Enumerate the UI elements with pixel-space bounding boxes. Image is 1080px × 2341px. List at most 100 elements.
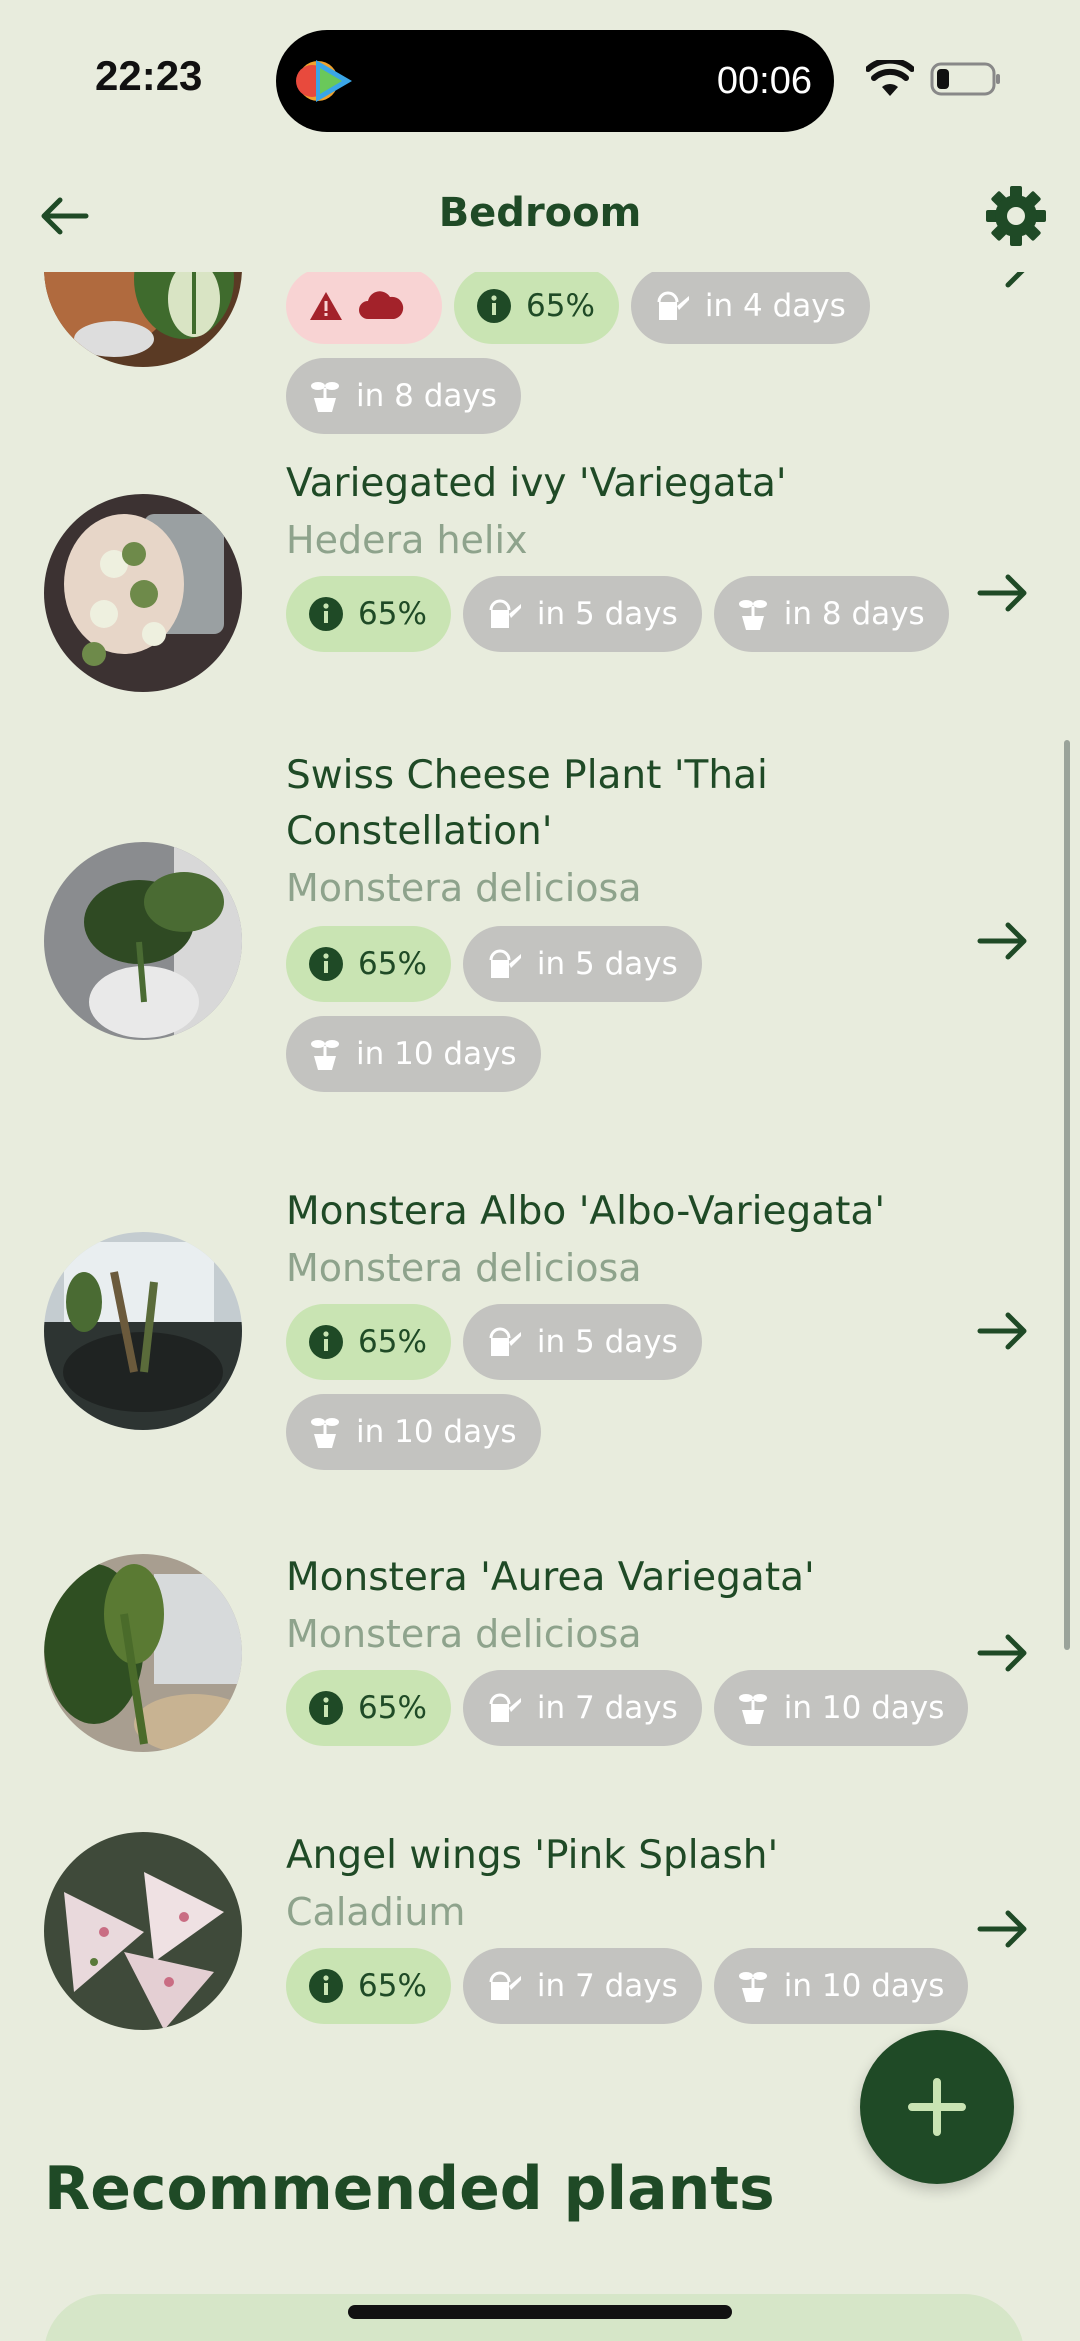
watering-chip[interactable]: in 4 days	[630, 272, 870, 344]
chip-label: in 8 days	[783, 596, 925, 632]
watering-chip[interactable]: in 5 days	[462, 1304, 702, 1380]
status-time: 22:23	[95, 52, 203, 99]
plant-photo	[44, 272, 242, 367]
add-plant-button[interactable]	[860, 2030, 1014, 2184]
status-bar: 22:23 00:06	[0, 0, 1080, 160]
info-chip[interactable]: 65%	[286, 1670, 451, 1746]
alert-chip[interactable]	[286, 272, 442, 344]
chip-row: 65% in 5 days in 10 days	[286, 926, 986, 1092]
dynamic-island: 00:06	[276, 30, 834, 132]
fertilizer-chip[interactable]: in 10 days	[713, 1948, 969, 2024]
info-chip[interactable]: 65%	[286, 926, 451, 1002]
list-item[interactable]: Monstera Albo 'Albo-Variegata' Monstera …	[0, 1178, 1080, 1518]
chip-row: 65% in 7 days in 10 days	[286, 1948, 986, 2024]
fertilizer-chip[interactable]: in 10 days	[286, 1394, 541, 1470]
chip-label: 65%	[358, 946, 427, 982]
info-icon	[309, 597, 343, 631]
fertilizer-icon	[738, 1694, 767, 1724]
chip-label: 65%	[358, 1690, 427, 1726]
chip-row: 65% in 5 days in 8 days	[286, 576, 986, 652]
chip-label: in 5 days	[536, 946, 678, 982]
fertilizer-icon	[738, 1972, 767, 2002]
watering-chip[interactable]: in 5 days	[462, 576, 702, 652]
chip-label: 65%	[526, 288, 595, 324]
arrow-right-icon[interactable]	[976, 1626, 1030, 1680]
info-chip[interactable]: 65%	[286, 576, 451, 652]
watering-can-icon	[489, 1693, 521, 1722]
info-chip[interactable]: 65%	[454, 272, 619, 344]
fertilizer-icon	[311, 382, 339, 412]
chip-label: in 10 days	[356, 1036, 517, 1072]
chip-label: 65%	[358, 1968, 427, 2004]
plant-name: Swiss Cheese Plant 'Thai Constellation'	[286, 753, 768, 854]
recommended-title: Recommended plants	[44, 2154, 775, 2224]
info-icon	[309, 947, 343, 981]
arrow-right-icon[interactable]	[976, 1304, 1030, 1358]
screen-recorder-logo-icon	[296, 60, 352, 102]
chip-row: 65% in 4 days in 8 days	[286, 272, 986, 434]
fertilizer-chip[interactable]: in 10 days	[713, 1670, 969, 1746]
plant-species: Hedera helix	[286, 518, 528, 562]
watering-can-icon	[489, 949, 521, 978]
wifi-icon	[866, 60, 914, 96]
arrow-right-icon[interactable]	[976, 566, 1030, 620]
plant-photo	[44, 1554, 242, 1752]
watering-chip[interactable]: in 7 days	[462, 1670, 702, 1746]
fertilizer-chip[interactable]: in 8 days	[713, 576, 949, 652]
info-icon	[309, 1325, 343, 1359]
app-header: Bedroom	[0, 160, 1080, 270]
watering-can-icon	[489, 599, 521, 628]
list-item[interactable]: Monstera 'Aurea Variegata' Monstera deli…	[0, 1542, 1080, 1812]
chip-label: in 5 days	[536, 1324, 678, 1360]
warning-icon	[310, 292, 342, 320]
plant-name: Angel wings 'Pink Splash'	[286, 1833, 779, 1878]
fertilizer-icon	[311, 1418, 339, 1448]
plus-icon	[908, 2078, 966, 2136]
home-indicator[interactable]	[348, 2305, 732, 2319]
cloud-icon	[359, 291, 404, 319]
chip-row: 65% in 5 days in 10 days	[286, 1304, 986, 1470]
chip-label: in 5 days	[536, 596, 678, 632]
arrow-right-icon[interactable]	[976, 1902, 1030, 1956]
chip-label: 65%	[358, 1324, 427, 1360]
fertilizer-icon	[311, 1040, 339, 1070]
list-item[interactable]: Variegated ivy 'Variegata' Hedera helix …	[0, 461, 1080, 742]
chip-label: in 10 days	[783, 1968, 945, 2004]
battery-icon	[930, 62, 1000, 96]
chip-label: in 10 days	[783, 1690, 945, 1726]
watering-can-icon	[489, 1327, 521, 1356]
watering-chip[interactable]: in 5 days	[462, 926, 702, 1002]
watering-can-icon	[489, 1971, 521, 2000]
chip-label: in 7 days	[536, 1968, 678, 2004]
list-item[interactable]: 65% in 4 days in 8 days	[0, 272, 1080, 434]
plant-name: Monstera Albo 'Albo-Variegata'	[286, 1189, 886, 1234]
fertilizer-chip[interactable]: in 8 days	[286, 358, 521, 434]
chip-row: 65% in 7 days in 10 days	[286, 1670, 986, 1746]
plant-name: Monstera 'Aurea Variegata'	[286, 1555, 815, 1600]
arrow-right-icon[interactable]	[976, 272, 1030, 296]
watering-can-icon	[657, 291, 689, 320]
chip-label: in 4 days	[704, 288, 846, 324]
info-icon	[309, 1691, 343, 1725]
plant-photo	[44, 842, 242, 1040]
gear-icon[interactable]	[984, 184, 1048, 248]
plant-name: Variegated ivy 'Variegata'	[286, 461, 787, 506]
plant-species: Caladium	[286, 1890, 466, 1934]
info-chip[interactable]: 65%	[286, 1948, 451, 2024]
info-icon	[477, 289, 511, 323]
chip-label: in 10 days	[356, 1414, 517, 1450]
list-item[interactable]: Swiss Cheese Plant 'Thai Constellation' …	[0, 753, 1080, 1158]
fertilizer-chip[interactable]: in 10 days	[286, 1016, 541, 1092]
page-title: Bedroom	[438, 190, 642, 236]
scrollbar[interactable]	[1064, 740, 1070, 1650]
plant-species: Monstera deliciosa	[286, 1612, 642, 1656]
plant-photo	[44, 494, 242, 692]
watering-chip[interactable]: in 7 days	[462, 1948, 702, 2024]
arrow-right-icon[interactable]	[976, 914, 1030, 968]
plant-photo	[44, 1832, 242, 2030]
plant-photo	[44, 1232, 242, 1430]
fertilizer-icon	[738, 600, 767, 630]
recording-timer: 00:06	[716, 60, 812, 102]
info-chip[interactable]: 65%	[286, 1304, 451, 1380]
info-icon	[309, 1969, 343, 2003]
